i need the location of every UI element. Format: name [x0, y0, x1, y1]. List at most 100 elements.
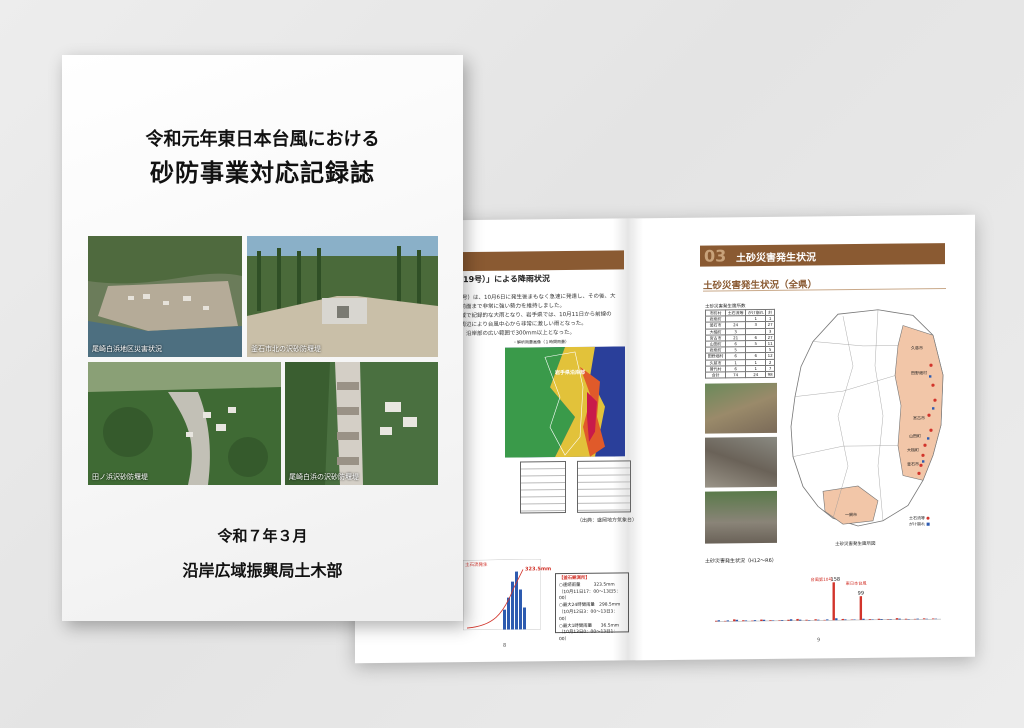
chart-data-label: 99 [858, 591, 864, 597]
map-label-otsuchi: 大槌町 [907, 447, 919, 453]
box-line: （10月13日0：00～13日1：00） [559, 629, 618, 643]
chart-annotation: 台風第10号 [811, 576, 833, 583]
chart-annotation: 東日本台風 [846, 580, 868, 587]
chart-bar [715, 620, 718, 622]
map-label-kuji: 久慈市 [911, 345, 923, 351]
chart-bar [814, 619, 817, 621]
photo-caption: 田ノ浜沢砂防堰堤 [92, 473, 148, 481]
chart-bar [735, 619, 739, 622]
table-cell: 田野畑村 [705, 353, 726, 360]
disaster-history-chart: 158台風第10号99東日本台風 [715, 576, 941, 622]
chart-bar [751, 620, 754, 622]
chart-bar [717, 620, 721, 622]
chart-bar [916, 618, 919, 620]
chart-bar [898, 618, 901, 620]
cover-photo-4: 尾崎白浜の沢砂防堰堤 [285, 362, 438, 485]
table-cell: 74 [725, 371, 746, 379]
chart-bar [922, 618, 926, 620]
chart-bar [823, 619, 826, 621]
table-header: 土石流等 [725, 309, 746, 317]
map-region-label: 岩手県沿岸部 [555, 369, 586, 377]
table-cell: 98 [765, 371, 775, 378]
disaster-count-table: 市町村 土石流等 がけ崩れ 計 岩泉町 1 1 釜石市 24 3 27 大槌町 3 3 宮古市 21 6… [705, 309, 775, 379]
chart-bar [925, 618, 928, 620]
table-cell: 24 [745, 371, 766, 378]
disaster-photo-3 [705, 490, 777, 544]
left-page-header-bar [457, 250, 624, 272]
chart-bar [742, 620, 745, 622]
chart-bar [796, 618, 799, 621]
chart-bar [771, 620, 775, 621]
table-cell: 合計 [705, 371, 726, 379]
box-line: （10月12日3：00～13日3：00） [559, 609, 618, 622]
chart-bar [826, 619, 829, 621]
history-chart-title: 土砂災害発生状況（H12～R6） [705, 557, 777, 565]
chart-bar [787, 619, 790, 621]
chart-bar [904, 618, 908, 620]
table-header: がけ崩れ [745, 309, 766, 316]
cover-publisher: 沿岸広域振興局土木部 [182, 561, 343, 580]
chart-bar [868, 619, 872, 620]
chart-bar [889, 619, 892, 620]
cover-title-line2: 砂防事業対応記録誌 [150, 159, 375, 187]
left-page-number: 8 [503, 642, 507, 649]
chart-bar [841, 618, 844, 621]
box-line: （10月11日17：00～13日5：00） [559, 589, 621, 602]
rain-table-left [520, 461, 566, 514]
disaster-photo-2 [705, 436, 777, 488]
left-body-text: 19号）は、10月6日に発生後まもなく急速に発達し、その後、大 の前面まで非常に… [455, 292, 625, 339]
chart-bar [760, 619, 763, 622]
chart-bar [871, 619, 874, 620]
chart-bar [913, 618, 917, 620]
chart-bar [880, 618, 883, 620]
chart-bar [895, 618, 899, 620]
map-label-tanohata: 田野畑村 [911, 370, 927, 376]
right-page-header-bar: 03 土砂災害発生状況 [700, 243, 945, 267]
legend-slope-failure: がけ崩れ ■ [909, 521, 931, 527]
chart-bar [934, 618, 937, 620]
map-legend: 土石流等 ● がけ崩れ ■ [909, 515, 930, 527]
chart-bar [780, 620, 784, 621]
chart-bar [844, 619, 847, 621]
chart-bar [850, 619, 854, 621]
chart-bar [862, 618, 865, 620]
chart-bar [835, 618, 838, 621]
table-row: 合計 74 24 98 [705, 371, 775, 379]
observation-box: 【釜石観測所】 ○連続雨量 323.5mm （10月11日17：00～13日5：… [555, 572, 629, 642]
cover-date: 令和７年３月 [217, 527, 308, 545]
body-line: し、沿岸部の広い範囲で300mm以上となった。 [455, 329, 576, 338]
chart-bar [762, 619, 766, 621]
map-label-kamaishi: 釜石市 [907, 461, 919, 467]
photo-caption: 尾崎白浜の沢砂防堰堤 [289, 473, 359, 481]
chart-bar [798, 619, 802, 621]
chart-bar [853, 619, 856, 621]
map-label-miyako: 宮古市 [913, 415, 925, 421]
map-source: （出典：盛岡地方気象台） [577, 517, 638, 524]
chart-event-label: 土石流発生 [465, 562, 488, 569]
photo-caption: 釜石市北の沢砂防堰堤 [251, 345, 321, 353]
section-number: 03 [704, 246, 727, 266]
section-title: 土砂災害発生状況 [736, 252, 816, 265]
rain-map-title: ・解析雨量画像（１時間雨量） [513, 339, 569, 345]
chart-bar [808, 619, 811, 621]
chart-bar [724, 620, 727, 622]
chart-bar [859, 596, 863, 620]
map-label-yamada: 山田町 [909, 433, 921, 439]
chart-bar [769, 620, 772, 621]
cover-photo-3: 田ノ浜沢砂防堰堤 [88, 362, 281, 485]
chart-bar [778, 620, 781, 621]
report-cover: 令和元年東日本台風における 砂防事業対応記録誌 尾崎白浜地区災害状況 釜石市北の… [62, 55, 463, 621]
cover-photo-2: 釜石市北の沢砂防堰堤 [247, 236, 438, 357]
cover-photo-1: 尾崎白浜地区災害状況 [88, 236, 242, 357]
chart-bar [789, 619, 793, 621]
cover-title-line1: 令和元年東日本台風における [145, 129, 380, 150]
rainfall-map [505, 346, 625, 458]
chart-peak-value: 323.5mm [525, 566, 552, 573]
disaster-photo-1 [705, 382, 777, 434]
map-caption: 土砂災害発生箇所図 [835, 541, 876, 548]
chart-bar [907, 618, 910, 620]
chart-bar [733, 619, 736, 622]
chart-bar [886, 619, 890, 620]
chart-bar [877, 618, 881, 620]
map-label-ichinoseki: 一関市 [845, 511, 857, 518]
